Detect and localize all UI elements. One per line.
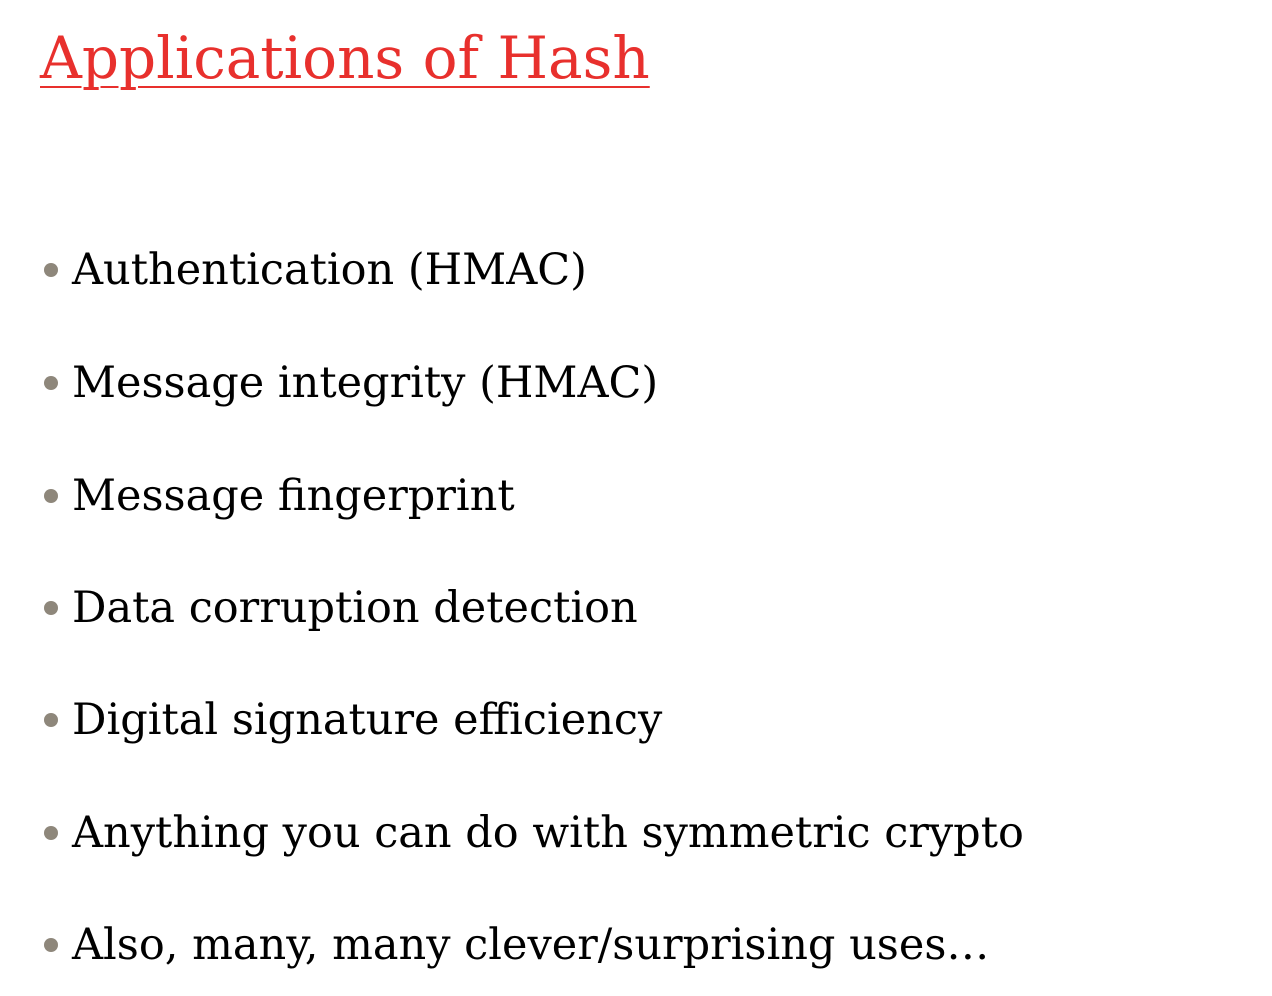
bullet-text: Also, many, many clever/surprising uses… (72, 920, 990, 970)
bullet-text: Digital signature efficiency (72, 695, 663, 745)
slide: Applications of Hash Authentication (HMA… (0, 0, 1272, 996)
bullet-item: Anything you can do with symmetric crypt… (44, 803, 1024, 863)
bullet-dot-icon (44, 376, 58, 390)
slide-title: Applications of Hash (40, 24, 650, 92)
bullet-item: Message fingerprint (44, 466, 515, 526)
bullet-dot-icon (44, 601, 58, 615)
bullet-text: Message integrity (HMAC) (72, 358, 659, 408)
bullet-item: Data corruption detection (44, 578, 638, 638)
bullet-text: Authentication (HMAC) (72, 245, 587, 295)
bullet-dot-icon (44, 263, 58, 277)
bullet-item: Message integrity (HMAC) (44, 353, 658, 413)
bullet-dot-icon (44, 713, 58, 727)
bullet-item: Digital signature efficiency (44, 690, 662, 750)
bullet-dot-icon (44, 489, 58, 503)
bullet-dot-icon (44, 826, 58, 840)
bullet-text: Message fingerprint (72, 471, 515, 521)
bullet-item: Also, many, many clever/surprising uses… (44, 915, 989, 975)
bullet-dot-icon (44, 938, 58, 952)
bullet-text: Data corruption detection (72, 583, 638, 633)
bullet-item: Authentication (HMAC) (44, 240, 587, 300)
bullet-text: Anything you can do with symmetric crypt… (72, 808, 1024, 858)
